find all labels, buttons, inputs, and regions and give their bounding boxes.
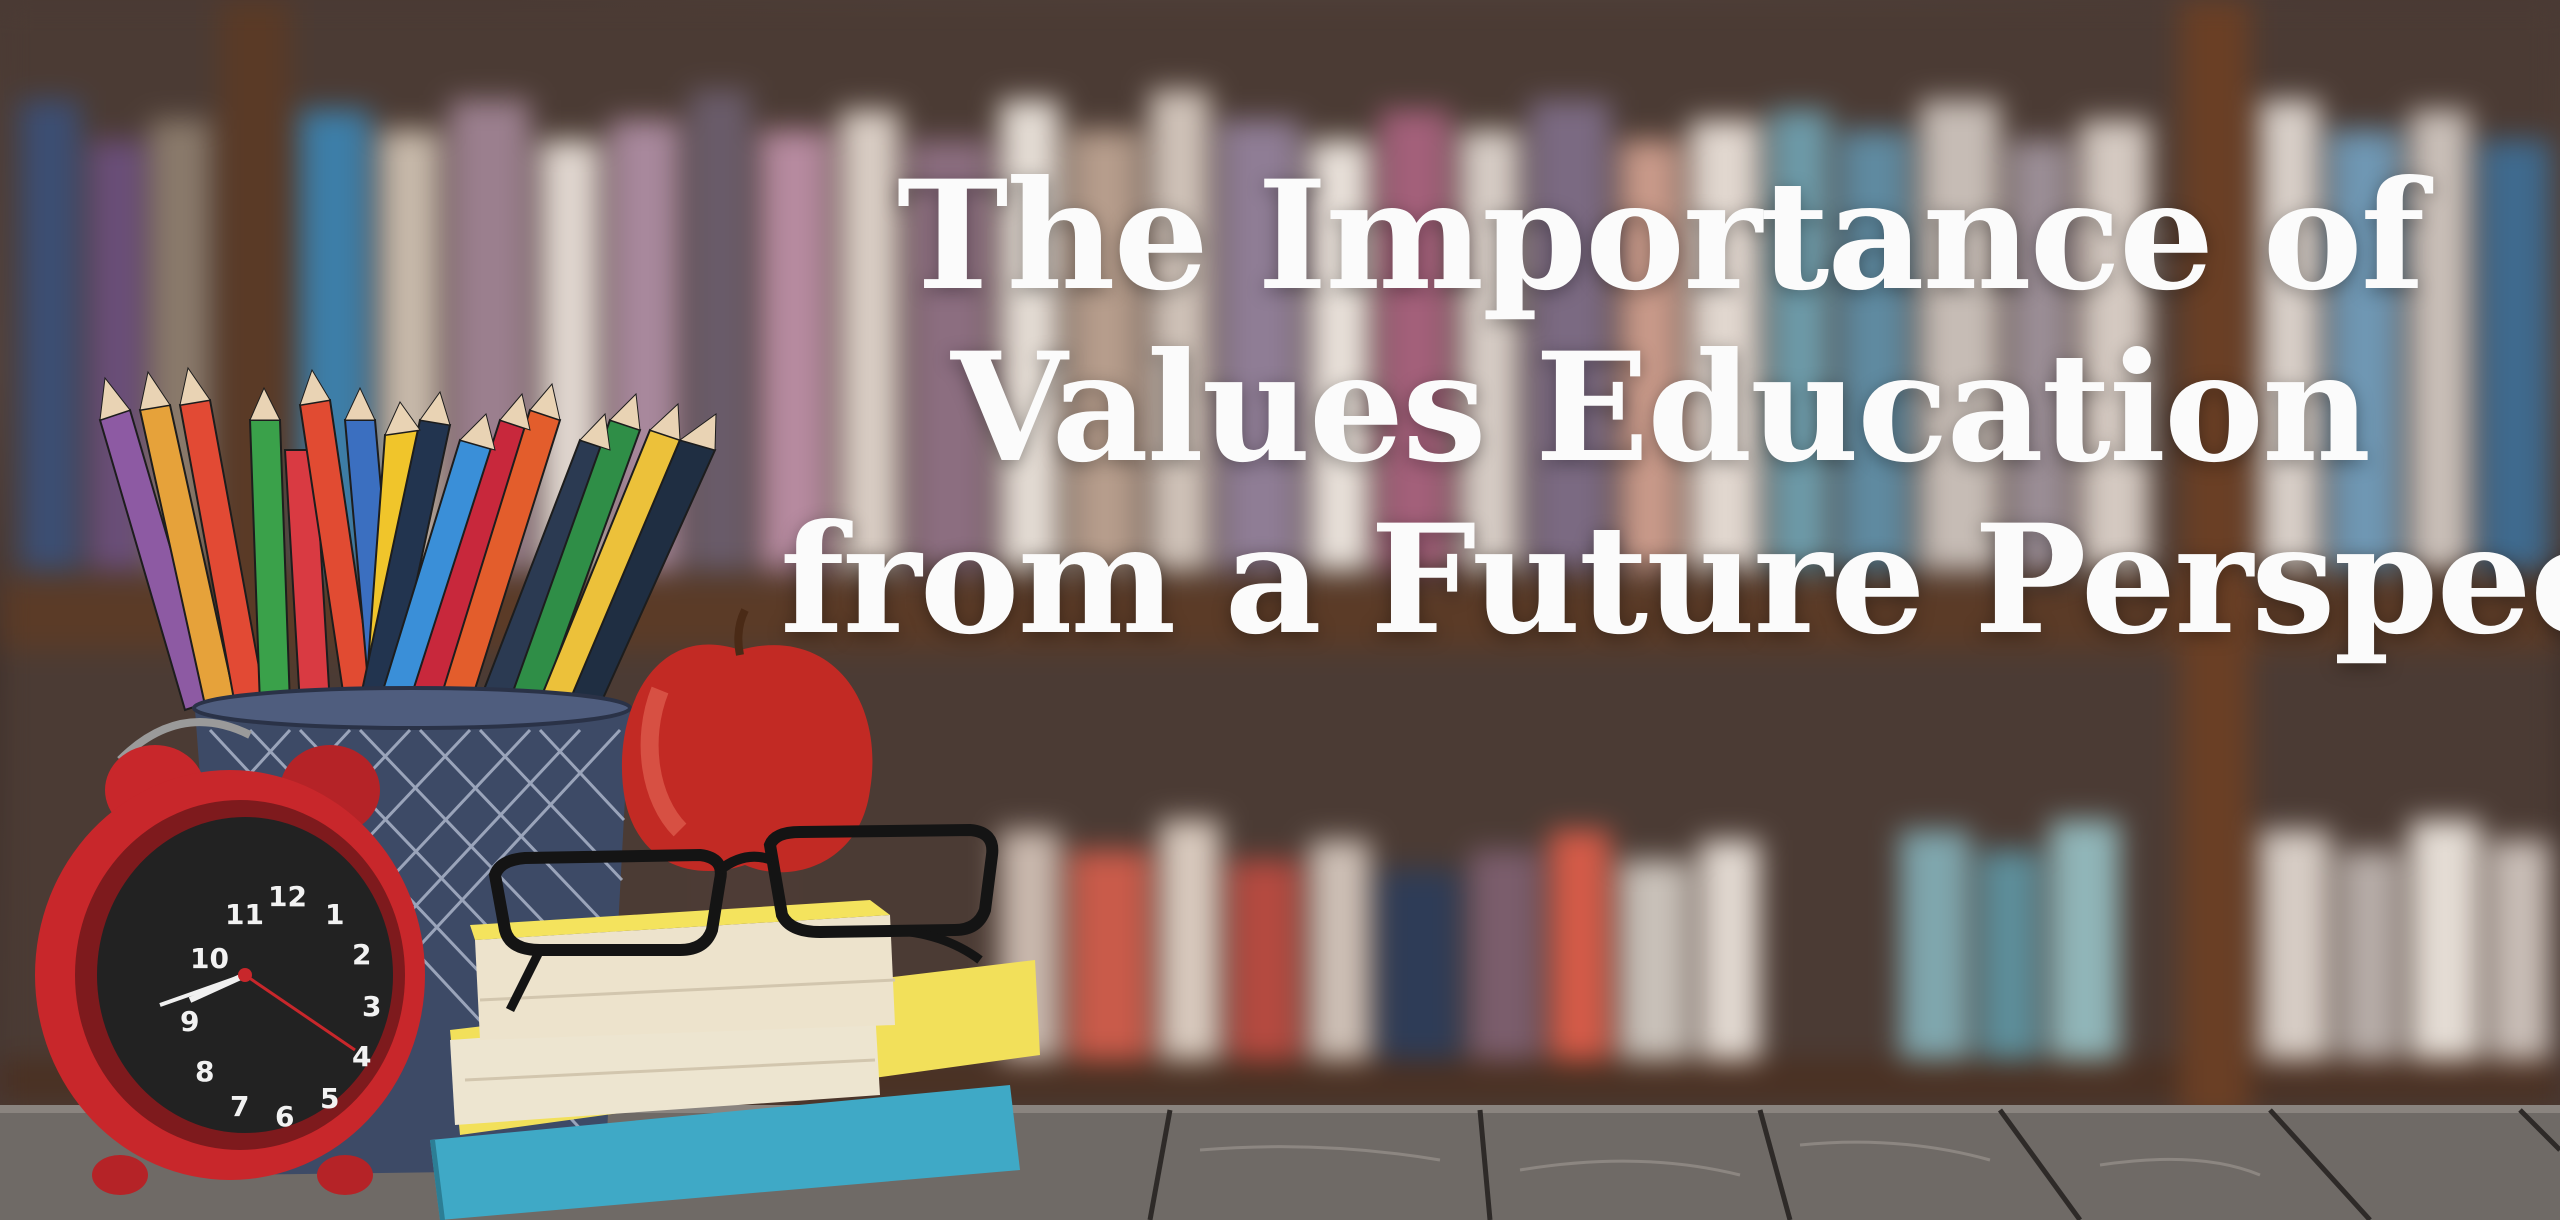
clock-face: 12 1 2 3 4 5 6 7 8 9 10 11: [0, 0, 2560, 1220]
clock-numeral-3: 3: [362, 990, 382, 1023]
clock-numeral-4: 4: [352, 1040, 372, 1073]
clock-numeral-9: 9: [180, 1005, 200, 1038]
clock-numeral-8: 8: [195, 1055, 215, 1088]
clock-numeral-1: 1: [325, 898, 345, 931]
clock-numeral-7: 7: [230, 1090, 250, 1123]
clock-numeral-11: 11: [225, 898, 264, 931]
clock-numeral-12: 12: [268, 880, 307, 913]
clock-numeral-10: 10: [190, 942, 229, 975]
clock-numeral-6: 6: [275, 1100, 295, 1133]
scene: The Importance of Values Education from …: [0, 0, 2560, 1220]
clock-numeral-2: 2: [352, 938, 372, 971]
clock-numeral-5: 5: [320, 1082, 340, 1115]
